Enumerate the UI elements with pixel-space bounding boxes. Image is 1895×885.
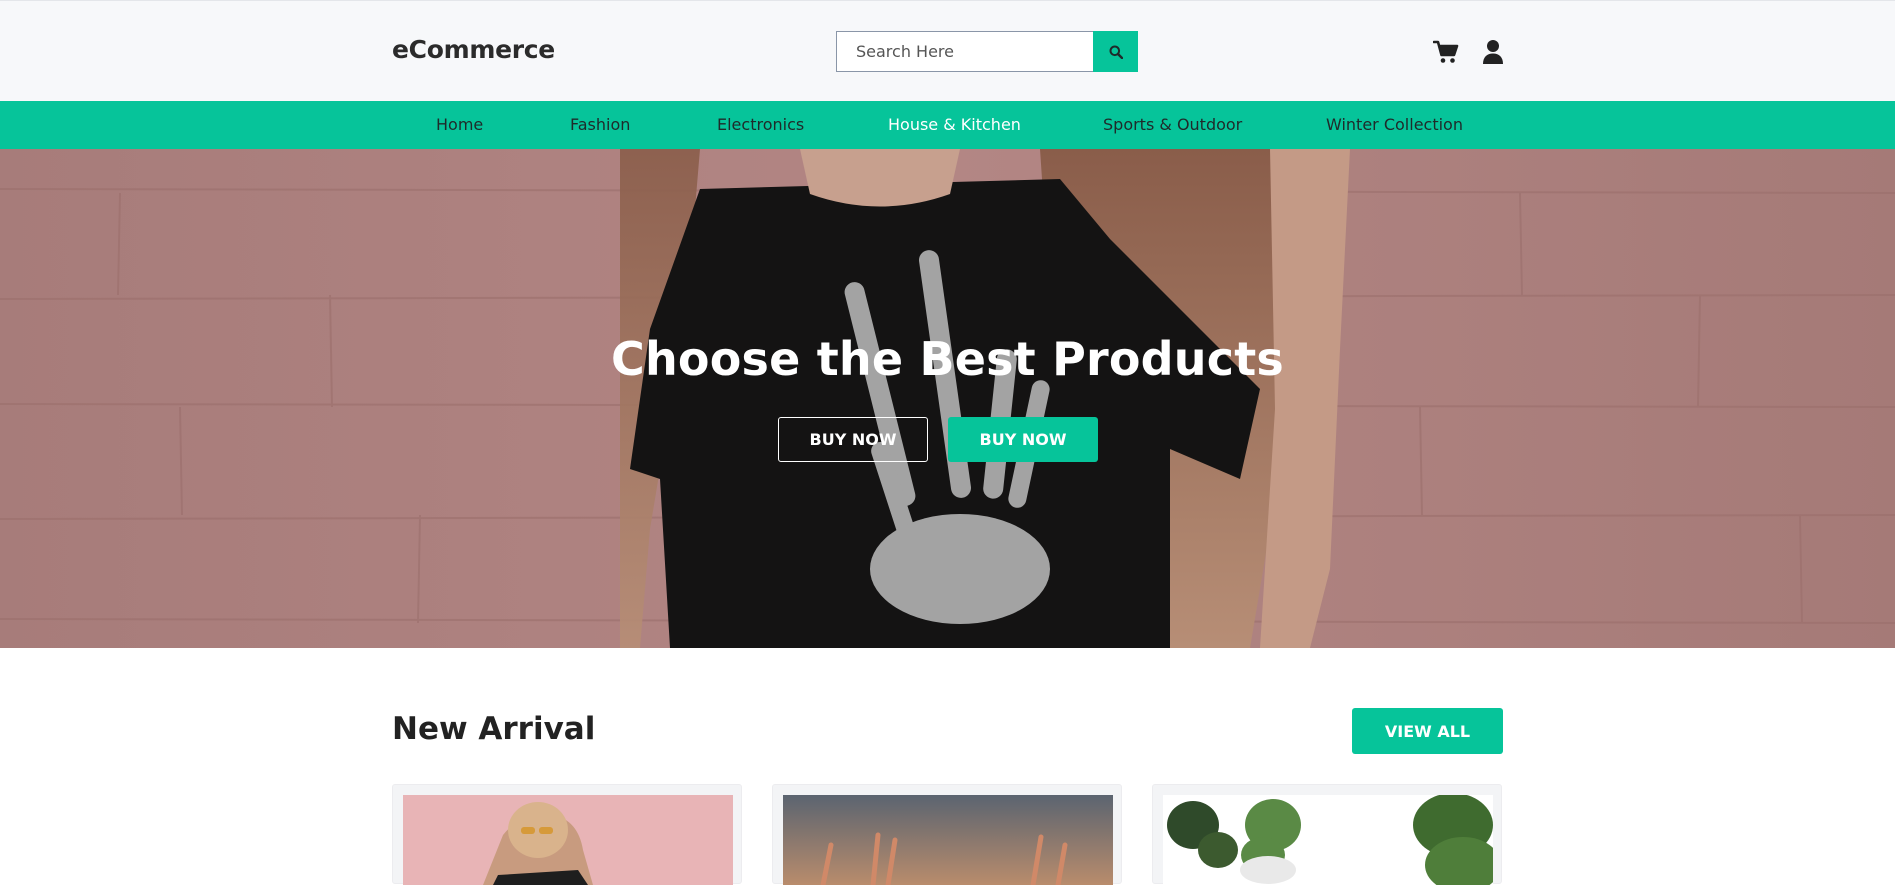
search-input[interactable] (836, 31, 1093, 72)
product-card[interactable] (772, 784, 1122, 885)
product-card[interactable] (392, 784, 742, 885)
nav-item-winter-collection[interactable]: Winter Collection (1326, 115, 1463, 134)
hero-banner: Choose the Best Products BUY NOW BUY NOW (0, 149, 1895, 648)
nav-item-electronics[interactable]: Electronics (717, 115, 804, 134)
main-nav: Home Fashion Electronics House & Kitchen… (0, 101, 1895, 149)
nav-item-home[interactable]: Home (436, 115, 483, 134)
product-image (403, 795, 733, 885)
search-button[interactable] (1093, 31, 1138, 72)
buy-now-outline-button[interactable]: BUY NOW (778, 417, 928, 462)
section-title-new-arrival: New Arrival (392, 711, 596, 747)
nav-item-sports-outdoor[interactable]: Sports & Outdoor (1103, 115, 1242, 134)
site-logo[interactable]: eCommerce (392, 35, 555, 64)
product-image (1163, 795, 1493, 885)
nav-item-fashion[interactable]: Fashion (570, 115, 630, 134)
user-icon[interactable] (1482, 39, 1504, 65)
cart-icon[interactable] (1433, 39, 1459, 65)
hero-title: Choose the Best Products (610, 332, 1284, 386)
product-image (783, 795, 1113, 885)
site-header: eCommerce (0, 0, 1895, 101)
buy-now-button[interactable]: BUY NOW (948, 417, 1098, 462)
search-icon (1109, 45, 1123, 59)
search-form (836, 31, 1138, 72)
product-card[interactable] (1152, 784, 1502, 885)
view-all-button[interactable]: VIEW ALL (1352, 708, 1503, 754)
hero-image (0, 149, 1895, 648)
nav-item-house-kitchen[interactable]: House & Kitchen (888, 115, 1021, 134)
